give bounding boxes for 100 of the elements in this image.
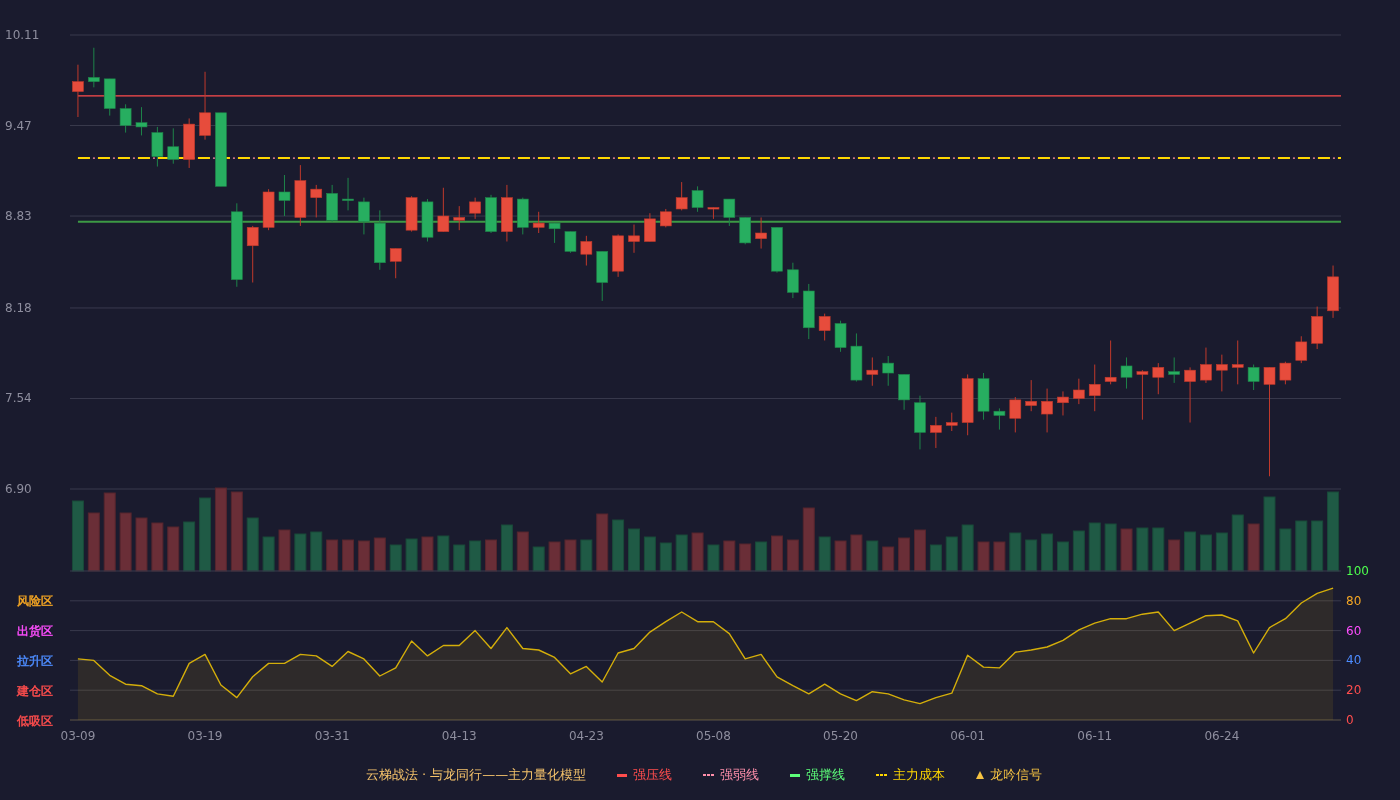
legend-item[interactable]: 强撑线 — [790, 764, 846, 786]
candle — [755, 216, 767, 250]
legend-item[interactable]: 主力成本 — [876, 764, 946, 786]
candle — [707, 207, 720, 220]
candle — [675, 181, 688, 211]
date-label: 03-19 — [187, 729, 223, 743]
date-label: 06-01 — [950, 729, 986, 743]
candle — [294, 164, 307, 227]
candle — [866, 356, 879, 387]
candle — [850, 332, 863, 382]
candle — [517, 197, 529, 235]
zone-label: 建仓区 — [17, 683, 53, 698]
candle — [834, 320, 847, 353]
candle — [88, 47, 100, 88]
price-label: 8.18 — [5, 300, 32, 315]
candle — [771, 226, 783, 274]
candle — [818, 313, 831, 341]
date-label: 06-24 — [1204, 729, 1240, 743]
candle — [628, 224, 640, 254]
candle — [548, 222, 561, 244]
candle — [389, 248, 402, 279]
candle — [469, 197, 481, 220]
candle — [1104, 340, 1117, 385]
candle — [1025, 379, 1037, 412]
candle — [342, 177, 354, 211]
axis-label: 20 — [1346, 683, 1362, 698]
candle — [199, 71, 211, 141]
axis-label: 40 — [1346, 653, 1362, 668]
candle — [1152, 362, 1165, 395]
candle — [1311, 306, 1323, 350]
candle — [723, 198, 736, 227]
candle — [1216, 354, 1228, 392]
price-label: 7.54 — [5, 391, 32, 406]
candle — [691, 185, 704, 213]
date-label: 03-31 — [314, 729, 350, 743]
candle — [262, 188, 275, 231]
candle — [1009, 396, 1022, 433]
candle — [977, 372, 990, 421]
candle — [1073, 378, 1085, 405]
candle — [72, 64, 84, 118]
zone-label: 出货区 — [17, 624, 53, 639]
candle — [437, 187, 450, 233]
price-label: 6.90 — [5, 482, 32, 496]
candle — [1057, 390, 1069, 416]
axis-label: 0 — [1346, 713, 1354, 727]
zone-label: 拉升区 — [17, 653, 53, 668]
candle — [421, 198, 434, 242]
candle — [151, 126, 164, 168]
price-label: 8.83 — [5, 209, 32, 224]
candle — [1231, 340, 1244, 385]
price-label: 9.47 — [5, 118, 32, 133]
legend-title: 云梯战法 · 与龙同行——主力量化模型 — [365, 766, 587, 784]
candle — [1184, 366, 1196, 424]
candle — [103, 78, 116, 117]
candle — [135, 106, 148, 136]
date-label: 05-20 — [823, 729, 858, 743]
candle — [405, 195, 418, 233]
candle — [882, 355, 894, 387]
candle — [898, 373, 910, 411]
candle — [1327, 265, 1339, 319]
candle — [1200, 347, 1212, 384]
candle — [1295, 335, 1308, 364]
candle — [246, 225, 259, 283]
candle — [1136, 369, 1149, 421]
date-label: 03-09 — [60, 729, 96, 743]
candle — [580, 235, 593, 267]
candle — [660, 208, 672, 228]
candle — [374, 209, 386, 271]
candle — [453, 205, 466, 231]
axis-label: 80 — [1346, 593, 1362, 608]
price-label: 10.11 — [5, 28, 40, 42]
candle — [485, 194, 497, 234]
candle — [961, 373, 974, 436]
candle — [532, 211, 545, 234]
candle — [564, 231, 577, 254]
date-label: 06-11 — [1077, 729, 1113, 743]
candle — [612, 233, 624, 278]
candle — [326, 184, 338, 223]
candle — [945, 412, 958, 432]
candle — [278, 174, 291, 217]
candle — [310, 184, 323, 218]
candle — [644, 212, 656, 242]
legend-item[interactable]: 龙吟信号 — [976, 764, 1043, 786]
legend-item[interactable]: 强弱线 — [703, 764, 760, 786]
candle — [739, 216, 751, 245]
date-label: 04-13 — [441, 729, 477, 743]
candle — [1247, 364, 1260, 391]
candle — [183, 117, 195, 169]
zone-label: 低吸区 — [17, 713, 53, 728]
candle — [1088, 364, 1101, 412]
candle — [167, 127, 180, 165]
zone-label: 风险区 — [17, 594, 53, 609]
candle — [1041, 388, 1053, 433]
axis-label: 100 — [1346, 564, 1369, 578]
legend-item[interactable]: 强压线 — [617, 764, 673, 786]
candle — [1168, 356, 1180, 384]
candle — [802, 283, 815, 340]
candle — [501, 184, 513, 242]
candle — [1120, 356, 1133, 390]
axis-label: 60 — [1346, 623, 1362, 638]
